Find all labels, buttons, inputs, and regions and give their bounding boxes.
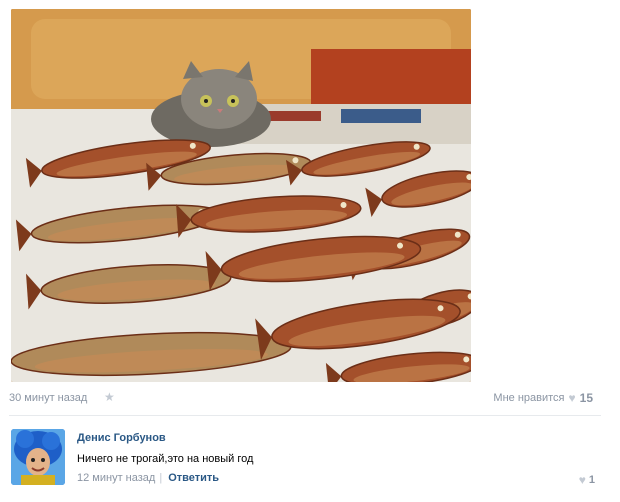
divider xyxy=(9,415,601,416)
fish-and-cat-photo xyxy=(11,9,471,382)
comment-time[interactable]: 12 минут назад xyxy=(77,472,155,484)
post-photo[interactable] xyxy=(11,9,471,382)
comment-author[interactable]: Денис Горбунов xyxy=(77,431,601,445)
avatar[interactable] xyxy=(11,429,65,485)
star-icon[interactable]: ★ xyxy=(104,390,115,404)
comment-like-button[interactable]: ♥ 1 xyxy=(579,473,595,487)
like-count: 15 xyxy=(579,391,593,405)
post-meta: 30 минут назад ★ Мне нравится ♥ 15 xyxy=(9,390,599,408)
comment-meta: 12 минут назад | Ответить xyxy=(77,472,601,484)
like-label: Мне нравится xyxy=(493,392,565,404)
comment: Денис Горбунов Ничего не трогай,это на н… xyxy=(11,429,601,489)
heart-icon: ♥ xyxy=(578,473,586,487)
post-time[interactable]: 30 минут назад xyxy=(9,392,87,404)
heart-icon: ♥ xyxy=(568,391,576,405)
comment-text: Ничего не трогай,это на новый год xyxy=(77,453,254,465)
wall-post: 30 минут назад ★ Мне нравится ♥ 15 Денис xyxy=(0,0,620,502)
comment-body: Денис Горбунов Ничего не трогай,это на н… xyxy=(77,431,601,484)
post-like-button[interactable]: Мне нравится ♥ 15 xyxy=(493,391,593,405)
reply-button[interactable]: Ответить xyxy=(168,472,219,484)
meta-separator: | xyxy=(159,472,163,484)
comment-like-count: 1 xyxy=(588,474,595,486)
